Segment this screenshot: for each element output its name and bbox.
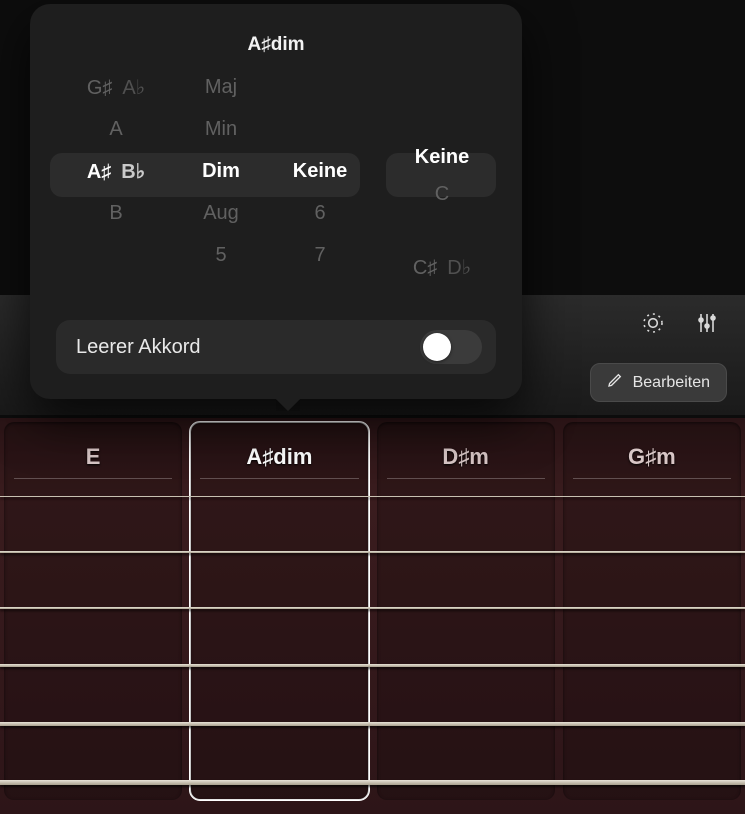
wheel-item[interactable]	[270, 66, 370, 108]
wheel-item[interactable]: 6	[270, 192, 370, 234]
empty-chord-row: Leerer Akkord	[56, 320, 496, 374]
chord-editor-popover: A♯dim G♯A♭AA♯B♭B MajMinDimAug5 Keine67 K…	[30, 4, 522, 399]
toggle-knob	[423, 333, 451, 361]
chord-pad[interactable]: E	[4, 422, 182, 800]
guitar-string[interactable]	[0, 780, 745, 785]
wheel-item[interactable]: A	[60, 108, 172, 150]
wheel-item[interactable]: G♯A♭	[60, 66, 172, 108]
chord-pad[interactable]: G♯m	[563, 422, 741, 800]
guitar-string[interactable]	[0, 551, 745, 553]
wheel-item[interactable]: Keine	[392, 139, 492, 176]
wheel-item[interactable]	[392, 213, 492, 250]
wheel-item[interactable]: Aug	[172, 192, 270, 234]
chord-pad-label: G♯m	[563, 444, 741, 470]
wheel-item[interactable]	[270, 108, 370, 150]
guitar-string[interactable]	[0, 664, 745, 667]
wheel-item[interactable]: C♯D♭	[392, 249, 492, 286]
fretboard: E A♯dim D♯m G♯m	[0, 418, 745, 814]
wheel-item[interactable]: Min	[172, 108, 270, 150]
pad-underline	[387, 478, 545, 479]
edit-button-label: Bearbeiten	[633, 374, 710, 392]
wheel-item[interactable]: Dim	[172, 150, 270, 192]
popover-title: A♯dim	[30, 34, 522, 56]
edit-button[interactable]: Bearbeiten	[590, 363, 727, 402]
chord-pad-row: E A♯dim D♯m G♯m	[0, 416, 745, 806]
chord-pad[interactable]: A♯dim	[190, 422, 368, 800]
pad-underline	[573, 478, 731, 479]
wheel-item[interactable]: B	[60, 192, 172, 234]
chord-pad[interactable]: D♯m	[377, 422, 555, 800]
popover-arrow	[276, 397, 300, 411]
guitar-string[interactable]	[0, 607, 745, 609]
wheel-item[interactable]: C	[392, 176, 492, 213]
pencil-icon	[607, 372, 623, 393]
guitar-string[interactable]	[0, 722, 745, 726]
wheel-item[interactable]	[392, 103, 492, 140]
empty-chord-label: Leerer Akkord	[76, 336, 201, 359]
brightness-icon[interactable]	[641, 311, 665, 335]
chord-pad-label: D♯m	[377, 444, 555, 470]
chord-quality-wheel[interactable]: MajMinDimAug5	[172, 66, 270, 286]
picker-wheels: G♯A♭AA♯B♭B MajMinDimAug5 Keine67 KeineCC…	[60, 66, 492, 286]
bass-note-wheel[interactable]: KeineC C♯D♭	[392, 66, 492, 286]
pad-underline	[14, 478, 172, 479]
wheel-item[interactable]: A♯B♭	[60, 150, 172, 192]
wheel-item[interactable]	[392, 66, 492, 103]
wheel-item[interactable]: 5	[172, 234, 270, 276]
pad-underline	[200, 478, 358, 479]
tension-wheel[interactable]: Keine67	[270, 66, 370, 286]
wheel-item[interactable]: Maj	[172, 66, 270, 108]
empty-chord-toggle[interactable]	[420, 330, 482, 364]
chord-pad-label: E	[4, 444, 182, 470]
guitar-string[interactable]	[0, 496, 745, 497]
wheel-item[interactable]: Keine	[270, 150, 370, 192]
app-root: Bearbeiten E A♯dim D♯m G♯m A♯dim G♯A♭AA♯B♭B…	[0, 0, 745, 814]
chord-pad-label: A♯dim	[190, 444, 368, 470]
wheel-item[interactable]: 7	[270, 234, 370, 276]
root-note-wheel[interactable]: G♯A♭AA♯B♭B	[60, 66, 172, 286]
mixer-icon[interactable]	[695, 311, 719, 335]
